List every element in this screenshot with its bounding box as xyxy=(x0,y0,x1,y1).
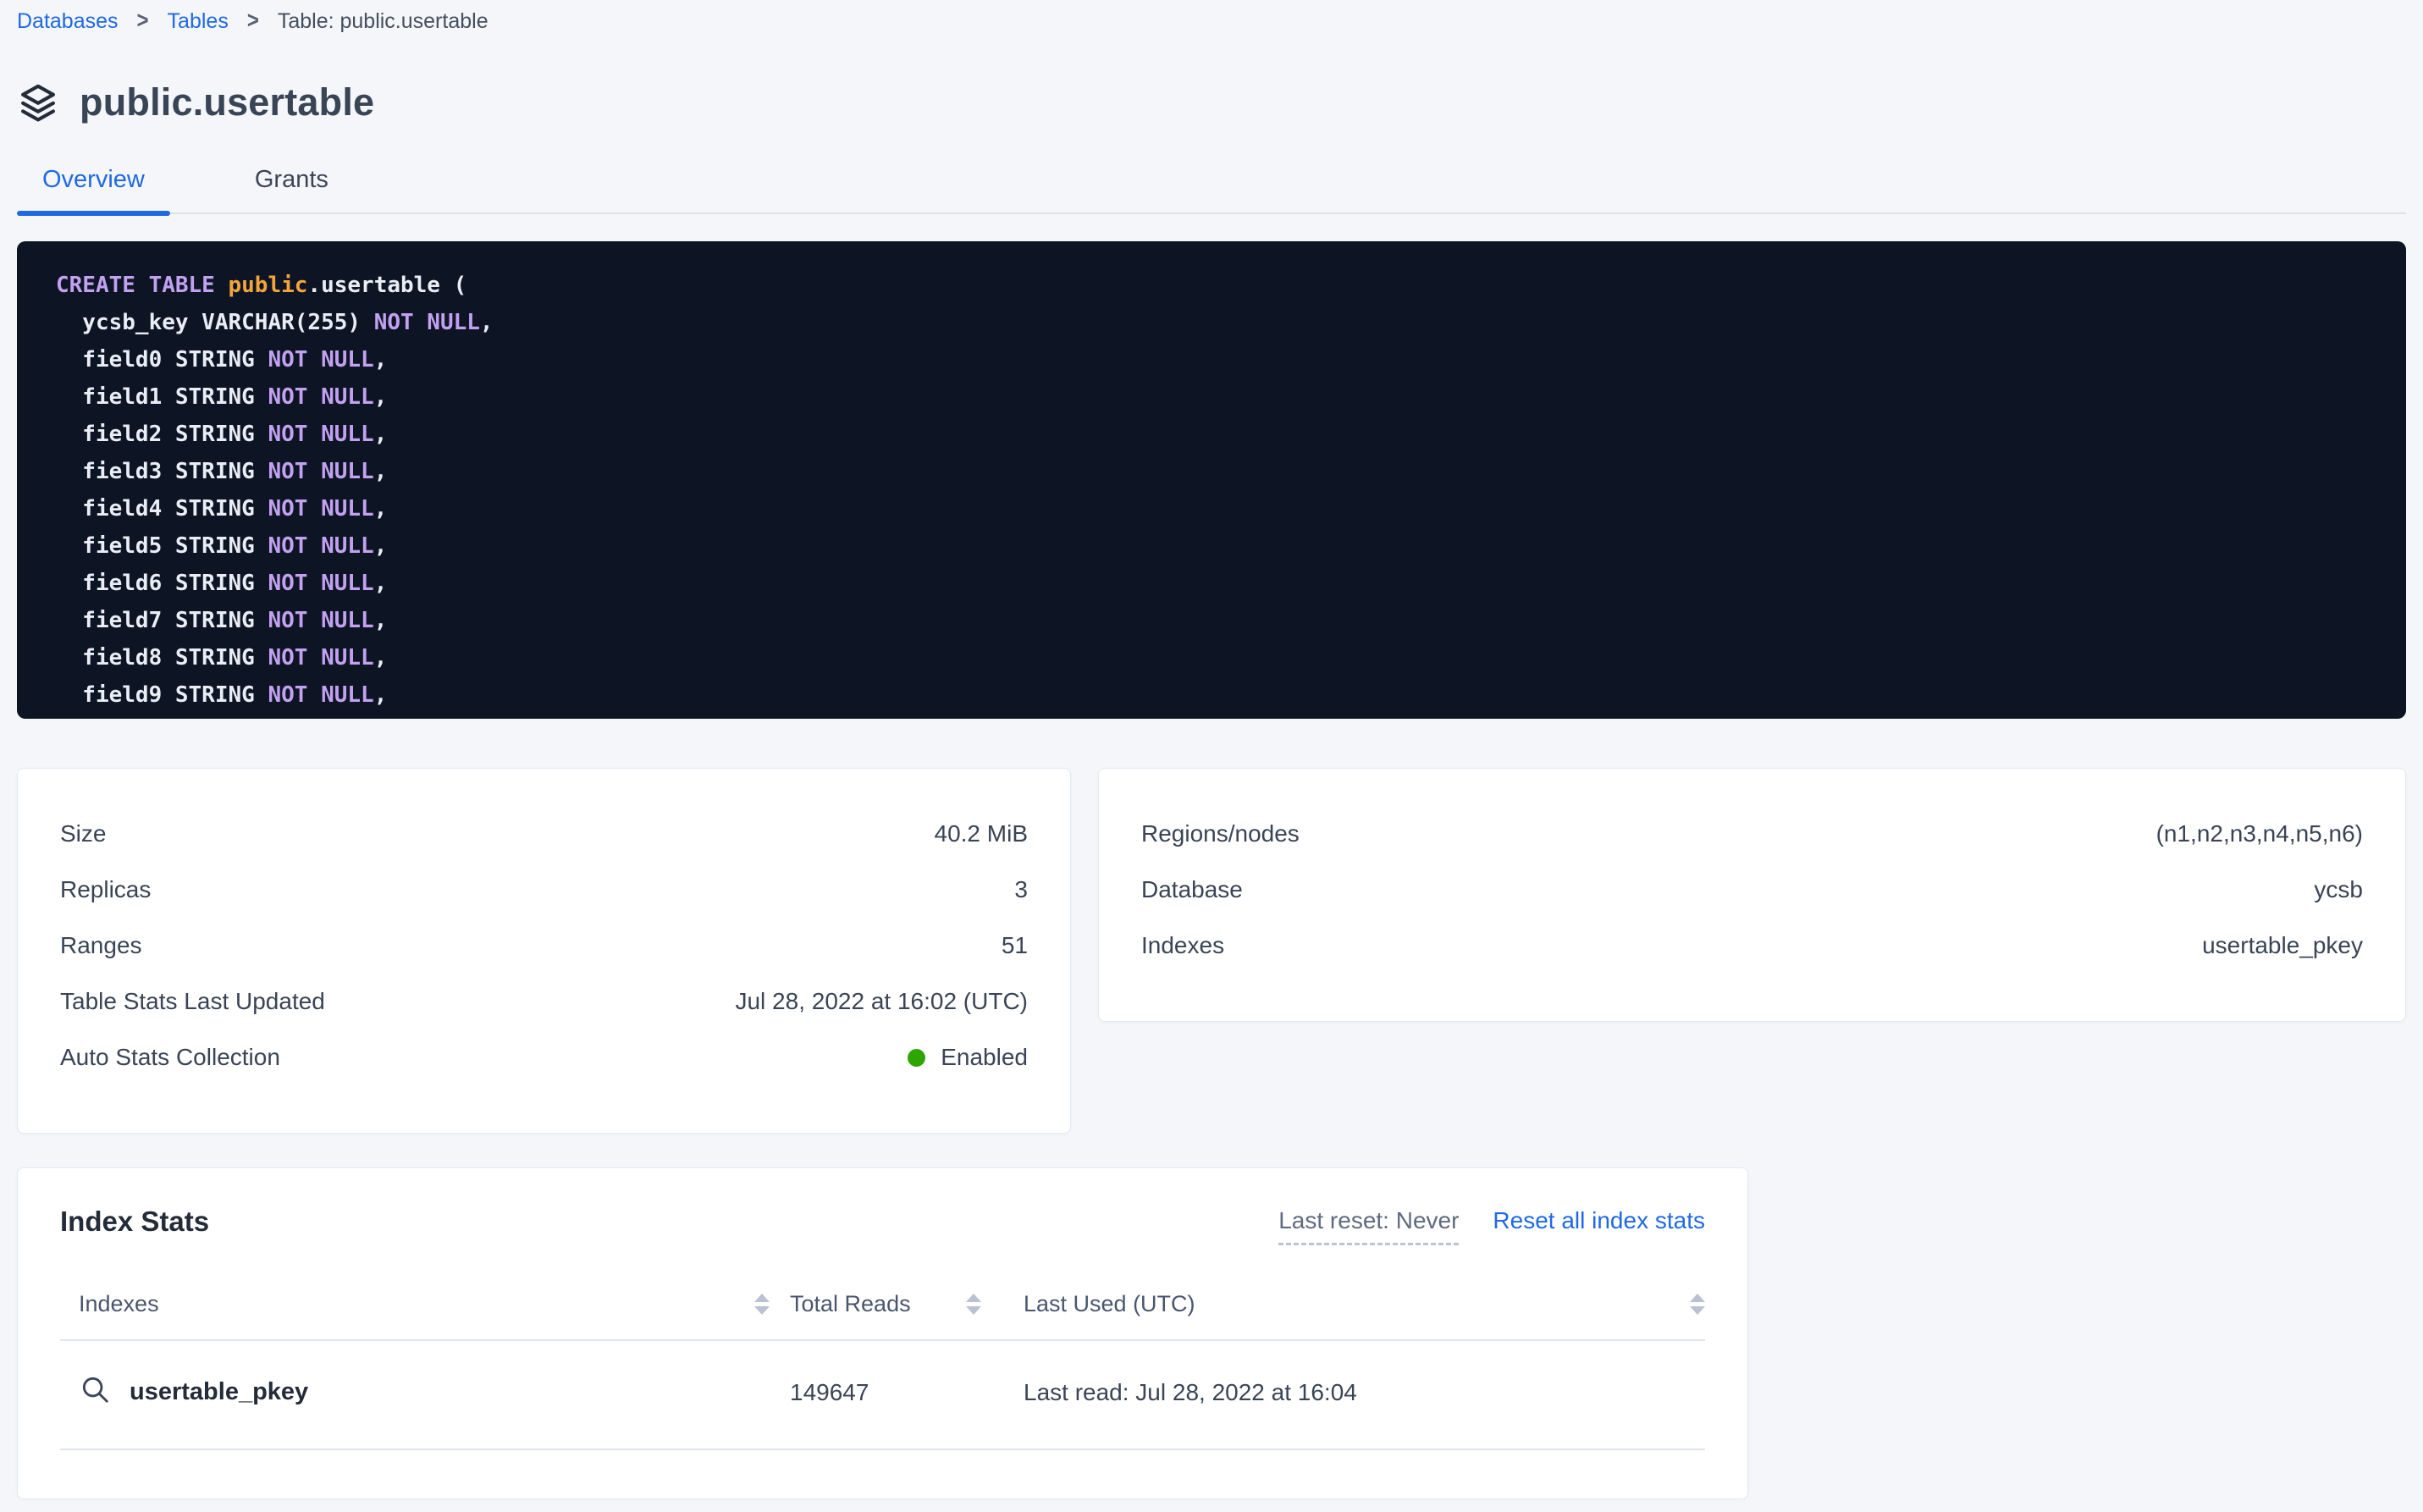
status-badge: Enabled xyxy=(908,1044,1028,1071)
chevron-right-icon: > xyxy=(247,3,259,40)
status-dot-icon xyxy=(908,1049,925,1067)
stat-row-database: Database ycsb xyxy=(1141,862,2363,918)
table-stats-card: Size 40.2 MiB Replicas 3 Ranges 51 Table… xyxy=(17,768,1071,1134)
sort-icon[interactable] xyxy=(754,1294,770,1315)
stat-label: Replicas xyxy=(60,876,151,903)
column-header-last-used[interactable]: Last Used (UTC) xyxy=(981,1291,1705,1317)
chevron-right-icon: > xyxy=(137,3,149,40)
reset-index-stats-link[interactable]: Reset all index stats xyxy=(1493,1207,1705,1234)
total-reads-value: 149647 xyxy=(790,1379,869,1406)
stat-value: 51 xyxy=(1002,932,1028,959)
stat-row-indexes: Indexes usertable_pkey xyxy=(1141,918,2363,974)
index-stats-actions: Last reset: Never Reset all index stats xyxy=(1278,1206,1705,1245)
stat-row-ranges: Ranges 51 xyxy=(60,918,1028,974)
column-header-indexes[interactable]: Indexes xyxy=(60,1291,770,1317)
stat-label: Auto Stats Collection xyxy=(60,1044,280,1071)
stat-label: Size xyxy=(60,820,106,847)
index-stats-header: Index Stats Last reset: Never Reset all … xyxy=(60,1206,1705,1245)
index-stats-table-header: Indexes Total Reads Last Used (UTC) xyxy=(60,1291,1705,1341)
stat-value: Jul 28, 2022 at 16:02 (UTC) xyxy=(735,988,1028,1015)
stat-label: Table Stats Last Updated xyxy=(60,988,325,1015)
stat-label: Database xyxy=(1141,876,1243,903)
breadcrumb-link-databases[interactable]: Databases xyxy=(17,5,119,37)
column-header-label: Total Reads xyxy=(790,1291,911,1317)
sort-icon[interactable] xyxy=(966,1294,981,1315)
index-name-cell: usertable_pkey xyxy=(60,1373,770,1411)
breadcrumb-link-tables[interactable]: Tables xyxy=(168,5,229,37)
stat-value: ycsb xyxy=(2314,876,2363,903)
column-header-total-reads[interactable]: Total Reads xyxy=(770,1291,981,1317)
index-stats-row: usertable_pkey 149647 Last read: Jul 28,… xyxy=(60,1341,1705,1450)
index-stats-card: Index Stats Last reset: Never Reset all … xyxy=(17,1167,1748,1499)
detail-cards: Size 40.2 MiB Replicas 3 Ranges 51 Table… xyxy=(17,768,2406,1134)
tab-overview[interactable]: Overview xyxy=(17,166,170,212)
sort-icon[interactable] xyxy=(1690,1294,1705,1315)
create-table-sql: CREATE TABLE public.usertable ( ycsb_key… xyxy=(17,241,2406,719)
stat-label: Indexes xyxy=(1141,932,1224,959)
stat-label: Regions/nodes xyxy=(1141,820,1300,847)
status-text: Enabled xyxy=(941,1044,1028,1071)
column-header-label: Indexes xyxy=(79,1291,159,1317)
last-used-cell: Last read: Jul 28, 2022 at 16:04 xyxy=(981,1379,1705,1406)
breadcrumb: Databases > Tables > Table: public.usert… xyxy=(17,5,2406,37)
index-name-link[interactable]: usertable_pkey xyxy=(130,1378,308,1406)
total-reads-cell: 149647 xyxy=(770,1379,981,1406)
index-stats-table: Indexes Total Reads Last Used (UTC) xyxy=(60,1291,1705,1450)
stat-value: (n1,n2,n3,n4,n5,n6) xyxy=(2156,820,2363,847)
last-reset-label: Last reset: Never xyxy=(1278,1207,1459,1245)
last-used-value: Last read: Jul 28, 2022 at 16:04 xyxy=(1024,1379,1357,1406)
stat-row-auto-stats: Auto Stats Collection Enabled xyxy=(60,1029,1028,1085)
page-title: public.usertable xyxy=(80,80,374,124)
search-icon xyxy=(79,1373,111,1411)
breadcrumb-current: Table: public.usertable xyxy=(278,5,488,37)
stat-value: 40.2 MiB xyxy=(935,820,1029,847)
stat-value: usertable_pkey xyxy=(2202,932,2363,959)
tab-bar: Overview Grants xyxy=(17,166,2406,214)
stat-row-replicas: Replicas 3 xyxy=(60,862,1028,918)
stat-row-stats-updated: Table Stats Last Updated Jul 28, 2022 at… xyxy=(60,974,1028,1029)
table-location-card: Regions/nodes (n1,n2,n3,n4,n5,n6) Databa… xyxy=(1098,768,2406,1022)
stat-value: 3 xyxy=(1014,876,1028,903)
stack-icon xyxy=(17,81,59,124)
stat-label: Ranges xyxy=(60,932,142,959)
stat-row-size: Size 40.2 MiB xyxy=(60,806,1028,862)
tab-grants[interactable]: Grants xyxy=(229,166,354,212)
page-header: public.usertable xyxy=(17,74,2406,130)
column-header-label: Last Used (UTC) xyxy=(1024,1291,1195,1317)
stat-row-regions: Regions/nodes (n1,n2,n3,n4,n5,n6) xyxy=(1141,806,2363,862)
table-detail-page: Databases > Tables > Table: public.usert… xyxy=(0,0,2423,1499)
index-stats-title: Index Stats xyxy=(60,1206,209,1238)
